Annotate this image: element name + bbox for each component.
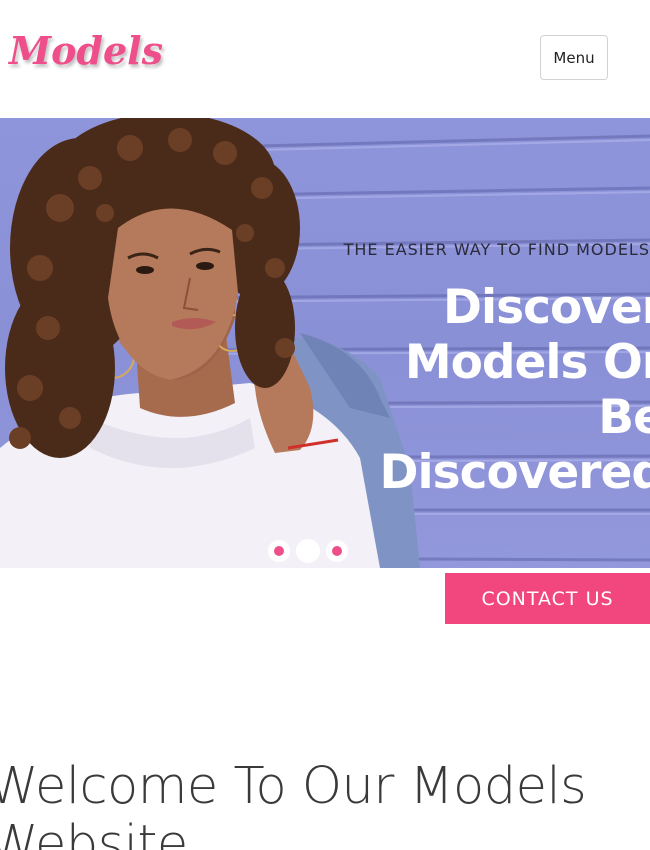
site-header: Models Menu bbox=[0, 0, 650, 118]
slider-dot-2-active[interactable] bbox=[296, 539, 320, 563]
slider-dot-1[interactable] bbox=[268, 540, 290, 562]
hero-slider: THE EASIER WAY TO FIND MODELS Discover M… bbox=[0, 118, 650, 568]
welcome-heading: Welcome To Our Models Website bbox=[0, 757, 587, 850]
menu-button[interactable]: Menu bbox=[540, 35, 608, 80]
slider-dot-3[interactable] bbox=[326, 540, 348, 562]
site-logo[interactable]: Models bbox=[9, 28, 163, 73]
hero-headline: Discover Models Or Be Discovered bbox=[379, 280, 650, 500]
hero-tagline: THE EASIER WAY TO FIND MODELS bbox=[343, 240, 650, 259]
slider-dots bbox=[268, 539, 348, 563]
contact-us-button[interactable]: CONTACT US bbox=[445, 573, 650, 624]
